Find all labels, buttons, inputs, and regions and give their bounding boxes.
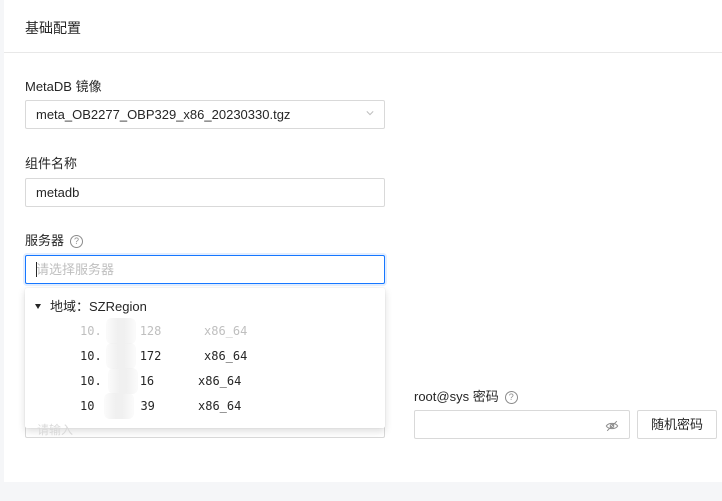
server-arch: x86_64 <box>198 399 242 413</box>
section-title: 基础配置 <box>25 20 81 36</box>
metadb-image-select[interactable]: meta_OB2277_OBP329_x86_20230330.tgz <box>25 100 385 129</box>
help-icon[interactable]: ? <box>504 391 518 404</box>
servers-placeholder: 请选择服务器 <box>36 262 115 277</box>
root-password-label-text: root@sys 密码 <box>414 389 499 404</box>
redaction-blur <box>104 393 134 419</box>
text-caret <box>36 262 37 277</box>
occluded-placeholder: 请输入 <box>37 423 74 437</box>
root-password-input[interactable] <box>414 410 630 439</box>
redaction-blur <box>106 318 136 344</box>
servers-label: 服务器? <box>25 230 84 249</box>
server-arch: x86_64 <box>198 374 242 388</box>
help-icon[interactable]: ? <box>70 235 84 248</box>
server-arch: x86_64 <box>204 349 248 363</box>
server-arch: x86_64 <box>204 324 248 338</box>
section-divider <box>4 52 722 53</box>
metadb-image-label: MetaDB 镜像 <box>25 79 102 94</box>
caret-down-icon[interactable] <box>35 304 41 309</box>
random-password-button[interactable]: 随机密码 <box>637 410 717 439</box>
root-password-label: root@sys 密码? <box>414 386 518 405</box>
redaction-blur <box>106 343 136 369</box>
servers-select-input[interactable]: 请选择服务器 <box>25 255 385 284</box>
redaction-blur <box>108 368 138 394</box>
servers-dropdown: 地域：SZRegion 10. 128 x86_64 10. 172 x86_64 … <box>25 288 385 428</box>
region-label: 地域：SZRegion <box>50 299 147 314</box>
servers-label-text: 服务器 <box>25 233 65 248</box>
component-name-label: 组件名称 <box>25 156 78 171</box>
region-tree-node[interactable]: 地域：SZRegion <box>35 298 147 316</box>
metadb-image-value: meta_OB2277_OBP329_x86_20230330.tgz <box>36 107 291 122</box>
chevron-down-icon <box>366 111 374 116</box>
eye-invisible-icon[interactable] <box>605 419 619 433</box>
component-name-input[interactable]: metadb <box>25 178 385 207</box>
